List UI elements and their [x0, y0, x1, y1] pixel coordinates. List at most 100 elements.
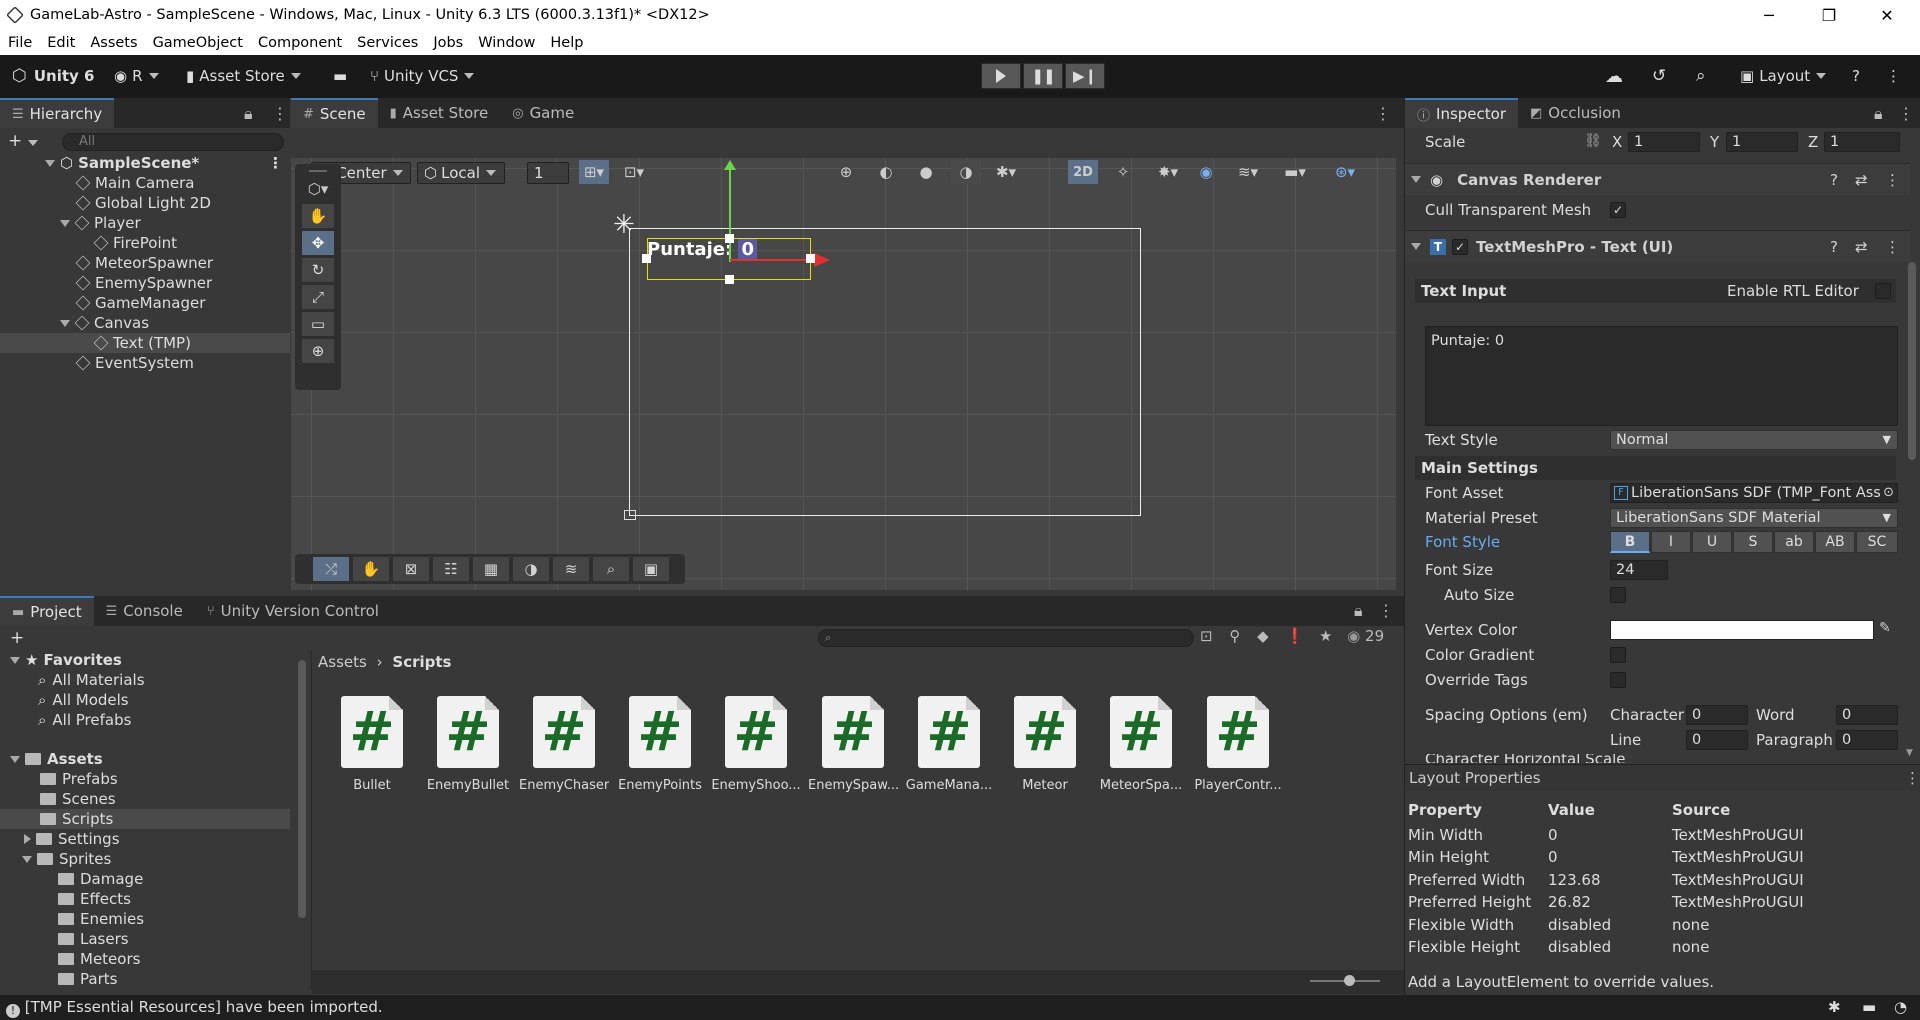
tmp-component-header[interactable]: T ✓ TextMeshPro - Text (UI) ? ⇄ ⋮ — [1405, 230, 1910, 262]
globe-icon[interactable]: ⊕ — [831, 160, 861, 184]
tab-inspector[interactable]: ⓘ Inspector — [1405, 98, 1518, 128]
increment-snap-icon[interactable]: ⊡▾ — [619, 160, 649, 184]
move-gizmo-y-axis[interactable] — [729, 166, 731, 262]
stack-icon[interactable]: ≋ — [553, 557, 589, 581]
unity-vcs-dropdown[interactable]: ⑂ Unity VCS — [370, 63, 475, 89]
progress-icon[interactable]: ▬ — [1862, 995, 1876, 1020]
tab-scene[interactable]: # Scene — [291, 98, 378, 128]
font-style-strikethrough[interactable]: S — [1733, 531, 1773, 553]
project-menu-icon[interactable]: ⋮ — [1378, 601, 1394, 620]
drag-handle[interactable] — [309, 170, 327, 172]
move-gizmo-y-arrow[interactable] — [724, 160, 736, 170]
hierarchy-menu-icon[interactable]: ⋮ — [272, 104, 288, 123]
collapse-arrow-icon[interactable] — [1411, 176, 1421, 183]
tab-occlusion[interactable]: ◩ Occlusion — [1518, 98, 1633, 128]
sliders-icon[interactable]: ☷ — [433, 557, 469, 581]
menu-help[interactable]: Help — [550, 35, 583, 51]
account-dropdown[interactable]: ◉ R — [114, 63, 159, 89]
script-asset[interactable]: # MeteorSpa... — [1096, 696, 1186, 793]
canvas-corner-handle[interactable] — [624, 510, 636, 520]
folder-item[interactable]: Enemies — [0, 909, 290, 929]
asset-store-dropdown[interactable]: ▮ Asset Store — [186, 63, 301, 89]
tab-version-control[interactable]: ⑂ Unity Version Control — [195, 596, 391, 626]
inspector-menu-icon[interactable]: ⋮ — [1898, 104, 1914, 123]
debug-mode-icon[interactable]: ✱ — [1828, 995, 1841, 1020]
script-asset[interactable]: # EnemyChaser — [519, 696, 609, 793]
play-button[interactable] — [981, 63, 1021, 89]
project-add-button[interactable]: + — [10, 628, 24, 648]
character-spacing-field[interactable]: 0 — [1686, 705, 1748, 725]
collapse-arrow-icon[interactable] — [1411, 243, 1421, 250]
hierarchy-row-scene[interactable]: ⬡ SampleScene* ⋮ — [0, 153, 290, 173]
canvas-renderer-header[interactable]: ◉ Canvas Renderer ? ⇄ ⋮ — [1405, 163, 1910, 195]
help-icon[interactable]: ? — [1830, 171, 1838, 189]
hierarchy-row[interactable]: Canvas — [0, 313, 290, 333]
script-asset[interactable]: # PlayerContr... — [1193, 696, 1283, 793]
unity-account-menu[interactable]: ⬡ Unity 6 — [12, 63, 94, 89]
component-menu-icon[interactable]: ⋮ — [1885, 238, 1900, 256]
hierarchy-row[interactable]: FirePoint — [0, 233, 290, 253]
script-asset[interactable]: # Meteor — [1000, 696, 1090, 793]
hierarchy-row[interactable]: GameManager — [0, 293, 290, 313]
hierarchy-row[interactable]: EnemySpawner — [0, 273, 290, 293]
history-icon[interactable]: ↺ — [1652, 63, 1666, 89]
hierarchy-add-button[interactable]: + — [8, 131, 39, 151]
rect-handle[interactable] — [725, 234, 734, 243]
wireframe-icon[interactable]: ◐ — [871, 160, 901, 184]
auto-size-checkbox[interactable] — [1610, 587, 1626, 603]
expand-arrow-icon[interactable] — [24, 834, 31, 844]
search-icon[interactable]: ⌕ — [1696, 63, 1706, 89]
script-asset[interactable]: # EnemyPoints — [615, 696, 705, 793]
minimize-button[interactable]: ─ — [1740, 0, 1798, 30]
layers-icon[interactable]: ≋▾ — [1226, 160, 1270, 184]
toolbar-menu-icon[interactable]: ⋮ — [1886, 63, 1901, 89]
folder-item[interactable]: Settings — [0, 829, 290, 849]
tilemap-icon[interactable]: ⊠ — [393, 557, 429, 581]
hierarchy-row[interactable]: EventSystem — [0, 353, 290, 373]
restore-button[interactable]: ❐ — [1800, 0, 1858, 30]
font-style-smallcaps[interactable]: SC — [1856, 531, 1898, 553]
visibility-count-icon[interactable]: ◉ — [1347, 627, 1360, 645]
scene-text-object[interactable]: Puntaje: 0 — [647, 239, 757, 260]
hierarchy-search-input[interactable]: All — [62, 133, 284, 151]
presets-icon[interactable]: ⇄ — [1855, 238, 1868, 256]
expand-arrow-icon[interactable] — [22, 856, 32, 863]
space-dropdown[interactable]: ⬡ Local — [417, 162, 505, 184]
warning-icon[interactable]: ❗ — [1285, 627, 1304, 645]
menu-component[interactable]: Component — [258, 35, 342, 51]
pause-button[interactable]: ❚❚ — [1023, 63, 1063, 89]
shuffle-icon[interactable]: ⤮ — [313, 557, 349, 581]
label-icon[interactable]: ◆ — [1257, 627, 1269, 645]
script-asset[interactable]: # EnemyBullet — [423, 696, 513, 793]
tmp-enabled-checkbox[interactable]: ✓ — [1452, 238, 1468, 255]
zoom-icon[interactable]: ⌕ — [593, 557, 629, 581]
effects-icon[interactable]: ✸▾ — [1148, 160, 1188, 184]
scale-x-field[interactable]: 1 — [1628, 132, 1700, 152]
menu-jobs[interactable]: Jobs — [433, 35, 463, 51]
view-options-icon[interactable]: ⬡▾ — [295, 180, 341, 198]
gizmos-icon[interactable]: ⊛▾ — [1321, 160, 1369, 184]
hand-icon[interactable]: ✋ — [353, 557, 389, 581]
favorite-item[interactable]: ⌕ All Materials — [0, 670, 290, 690]
tab-console[interactable]: ☰ Console — [94, 596, 195, 626]
folder-item[interactable]: Scenes — [0, 789, 290, 809]
line-spacing-field[interactable]: 0 — [1686, 730, 1748, 750]
hierarchy-row[interactable]: Player — [0, 213, 290, 233]
folder-item[interactable]: Parts — [0, 969, 290, 989]
folder-item[interactable]: Lasers — [0, 929, 290, 949]
inspector-scrollbar[interactable] — [1908, 262, 1916, 460]
scale-link-icon[interactable]: ⛓ — [1584, 133, 1602, 149]
filter-type-icon[interactable]: ⚲ — [1229, 627, 1240, 645]
folder-item[interactable]: Sprites — [0, 849, 290, 869]
script-asset[interactable]: # Bullet — [327, 696, 417, 793]
half-circle-icon[interactable]: ◑ — [513, 557, 549, 581]
lock-icon[interactable]: 🔒︎ — [244, 104, 253, 124]
scale-z-field[interactable]: 1 — [1824, 132, 1900, 152]
font-style-italic[interactable]: I — [1651, 531, 1691, 553]
screen-icon[interactable]: ▣ — [633, 557, 669, 581]
font-style-bold[interactable]: B — [1610, 531, 1650, 553]
step-button[interactable]: ▶❙ — [1065, 63, 1105, 89]
hand-tool-icon[interactable]: ✋ — [302, 204, 334, 228]
folder-item[interactable]: Effects — [0, 889, 290, 909]
lighting-icon[interactable]: ✧ — [1108, 160, 1138, 184]
